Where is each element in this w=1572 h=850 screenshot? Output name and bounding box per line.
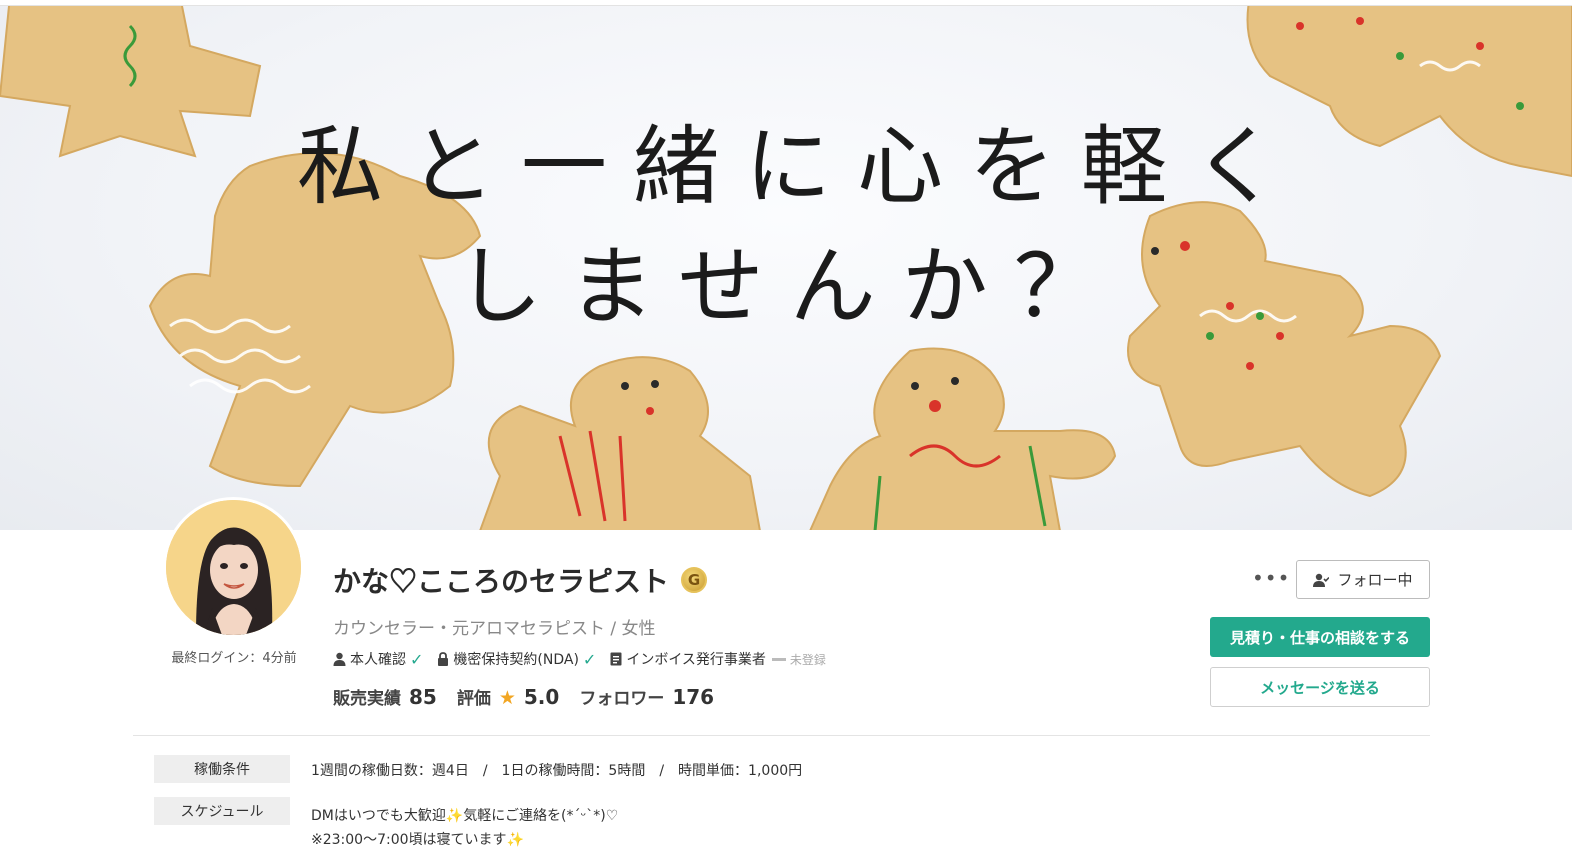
cover-headline-line1: 私と一緒に心を軽く [297,117,1305,217]
verification-nda-label: 機密保持契約(NDA) [453,652,579,668]
last-login: 最終ログイン：4分前 [171,651,297,666]
sales-label: 販売実績 [333,689,401,709]
followers-value[interactable]: 176 [672,685,714,709]
avatar[interactable] [163,497,304,638]
check-icon: ✓ [582,649,597,669]
verification-invoice[interactable]: インボイス発行事業者 [610,649,766,669]
verification-nda[interactable]: 機密保持契約(NDA) ✓ [437,649,596,669]
rating-value[interactable]: 5.0 [524,685,559,709]
verification-identity-label: 本人確認 [350,652,406,668]
schedule-line-2: ※23:00〜7:00頃は寝ています✨ [311,829,524,849]
cover-image: 私と一緒に心を軽く しませんか？ [0,5,1572,530]
sales-value: 85 [409,685,437,709]
schedule-line-2-text: ※23:00〜7:00頃は寝ています [311,832,507,848]
avatar-image [166,500,301,635]
dash-icon [771,657,786,661]
profile-stats: 販売実績 85 評価 ★ 5.0 フォロワー 176 [333,684,726,709]
quote-request-button[interactable]: 見積り・仕事の相談をする [1210,617,1430,657]
follow-button[interactable]: フォロー中 [1296,560,1430,599]
person-icon [333,652,346,666]
schedule-line-1-part-a: DMはいつでも大歓迎 [311,808,446,824]
follow-button-label: フォロー中 [1337,571,1413,589]
profile-title: カウンセラー・元アロマセラピスト / 女性 [333,619,656,639]
profile-header: かな♡こころのセラピスト G [333,560,708,600]
schedule-line-1-part-b: 気軽にご連絡を(*ˊᵕˋ*)♡ [463,808,619,824]
sparkle-icon: ✨ [506,832,524,848]
sparkle-icon: ✨ [445,808,464,824]
star-icon: ★ [498,687,516,709]
verification-list: 本人確認 ✓ 機密保持契約(NDA) ✓ インボイス発行事業者 未登録 [333,649,826,669]
section-divider [133,735,1430,736]
invoice-status-label: 未登録 [789,652,826,667]
rating-label[interactable]: 評価 [457,684,491,709]
check-icon: ✓ [410,649,424,669]
work-conditions-text: 1週間の稼働日数：週4日 / 1日の稼働時間：5時間 / 時間単価：1,000円 [311,763,803,779]
schedule-label: スケジュール [154,797,290,825]
more-icon[interactable]: ••• [1252,566,1289,590]
send-message-button[interactable]: メッセージを送る [1210,667,1430,707]
followers-label[interactable]: フォロワー [579,684,664,709]
rank-badge-icon[interactable]: G [681,567,708,593]
invoice-status: 未登録 [771,651,826,668]
cover-headline-line2: しませんか？ [456,237,1126,337]
schedule-line-1: DMはいつでも大歓迎✨気軽にご連絡を(*ˊᵕˋ*)♡ [311,805,618,825]
verification-identity[interactable]: 本人確認 ✓ [333,649,423,669]
follow-person-icon [1313,573,1330,587]
document-icon [610,652,622,666]
work-conditions-label: 稼働条件 [154,755,290,783]
verification-invoice-label: インボイス発行事業者 [626,652,766,668]
lock-icon [438,652,449,666]
profile-name: かな♡こころのセラピスト [333,566,670,597]
